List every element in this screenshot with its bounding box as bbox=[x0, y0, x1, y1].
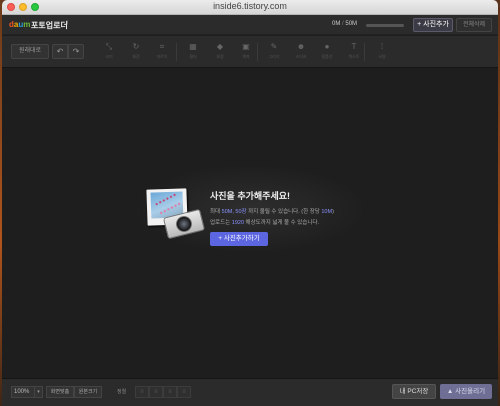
resize-icon: ⤡ bbox=[105, 42, 113, 51]
align-right-button[interactable]: ≡ bbox=[163, 386, 177, 398]
tool-label: 액자 bbox=[242, 54, 250, 59]
edit-toolbar: 원래대로 ↶ ↷ ⤡ 크기 ↻ 회전 ⌗ 자르기 ▦ 필터 ◆ 보정 ▣ 액자 ✎ 그리기 ☻ 스티커 ● 말풍선… bbox=[2, 36, 498, 68]
frame-icon: ▣ bbox=[242, 42, 250, 51]
storage-quota-text: 0M / 50M bbox=[332, 21, 358, 27]
tool-correct[interactable]: ◆ 보정 bbox=[210, 41, 230, 60]
zoom-select[interactable]: 100% bbox=[11, 386, 35, 398]
tool-label: 필터 bbox=[189, 54, 197, 59]
toolbar-divider bbox=[176, 43, 177, 61]
window-title: inside6.tistory.com bbox=[213, 1, 287, 11]
empty-state-title: 사진을 추가해주세요! bbox=[210, 191, 291, 201]
tool-frame[interactable]: ▣ 액자 bbox=[236, 41, 256, 60]
undo-button[interactable]: ↶ bbox=[52, 44, 68, 59]
tool-label: 그리기 bbox=[268, 54, 280, 59]
tool-label: 보정 bbox=[216, 54, 224, 59]
tool-label: 말풍선 bbox=[321, 54, 333, 59]
window-titlebar: inside6.tistory.com bbox=[2, 0, 498, 15]
original-size-button[interactable]: 원본크기 bbox=[74, 386, 102, 398]
tool-text[interactable]: T 텍스트 bbox=[344, 41, 364, 60]
delete-all-button[interactable]: 전체삭제 bbox=[456, 18, 492, 32]
crop-icon: ⌗ bbox=[159, 42, 165, 51]
tool-bubble[interactable]: ● 말풍선 bbox=[317, 41, 337, 60]
toolbar-divider bbox=[364, 43, 365, 61]
tool-rotate[interactable]: ↻ 회전 bbox=[126, 41, 146, 60]
redo-button[interactable]: ↷ bbox=[68, 44, 84, 59]
tool-resize[interactable]: ⤡ 크기 bbox=[99, 41, 119, 60]
tool-filter[interactable]: ▦ 필터 bbox=[183, 41, 203, 60]
tool-crop[interactable]: ⌗ 자르기 bbox=[152, 41, 172, 60]
save-to-pc-button[interactable]: 내 PC저장 bbox=[392, 384, 436, 399]
restore-original-button[interactable]: 원래대로 bbox=[11, 44, 49, 59]
text-icon: T bbox=[351, 42, 357, 51]
tool-label: 서명 bbox=[378, 54, 386, 59]
storage-quota-bar bbox=[366, 24, 404, 27]
tool-brush[interactable]: ✎ 그리기 bbox=[264, 41, 284, 60]
tool-label: 크기 bbox=[105, 54, 113, 59]
tool-label: 텍스트 bbox=[348, 54, 360, 59]
add-photos-main-button[interactable]: + 사진추가하기 bbox=[210, 232, 268, 246]
toolbar-divider bbox=[257, 43, 258, 61]
chevron-down-icon[interactable]: ▾ bbox=[35, 386, 43, 398]
filter-icon: ▦ bbox=[189, 42, 197, 51]
bottom-bar: 100% ▾ 화면맞춤 원본크기 정렬 ≡ ≡ ≡ ≡ 내 PC저장 ▲ 사진올… bbox=[2, 378, 498, 406]
sticker-icon: ☻ bbox=[296, 42, 306, 51]
align-left-button[interactable]: ≡ bbox=[135, 386, 149, 398]
mosaic-icon: ⁞ bbox=[380, 42, 384, 51]
add-photo-button[interactable]: + 사진추가 bbox=[413, 18, 453, 32]
upload-photos-button[interactable]: ▲ 사진올리기 bbox=[440, 384, 492, 399]
rotate-icon: ↻ bbox=[132, 42, 140, 51]
bubble-icon: ● bbox=[324, 42, 330, 51]
daum-logo: daum bbox=[9, 20, 31, 29]
app-version-mark: ᵞ bbox=[66, 20, 69, 27]
photo-canvas[interactable]: 사진을 추가해주세요! 최대 50M, 50장 까지 올릴 수 있습니다. (한… bbox=[2, 69, 498, 378]
tool-label: 스티커 bbox=[295, 54, 307, 59]
tool-label: 자르기 bbox=[156, 54, 168, 59]
tool-label: 회전 bbox=[132, 54, 140, 59]
empty-state-description: 최대 50M, 50장 까지 올릴 수 있습니다. (한 장당 10M) 업로드… bbox=[210, 209, 334, 226]
app-name: 포토업로더 bbox=[31, 21, 68, 30]
photo-camera-illustration bbox=[146, 188, 206, 241]
align-center-button[interactable]: ≡ bbox=[149, 386, 163, 398]
app-header: daum 포토업로더 ᵞ 0M / 50M + 사진추가 전체삭제 bbox=[2, 15, 498, 35]
align-justify-button[interactable]: ≡ bbox=[177, 386, 191, 398]
fit-screen-button[interactable]: 화면맞춤 bbox=[46, 386, 74, 398]
tool-mosaic[interactable]: ⁞ 서명 bbox=[372, 41, 392, 60]
correct-icon: ◆ bbox=[216, 42, 224, 51]
app-window: inside6.tistory.com daum 포토업로더 ᵞ 0M / 50… bbox=[2, 0, 498, 406]
tool-sticker[interactable]: ☻ 스티커 bbox=[291, 41, 311, 60]
brush-icon: ✎ bbox=[270, 42, 278, 51]
align-label: 정렬 bbox=[117, 389, 127, 395]
